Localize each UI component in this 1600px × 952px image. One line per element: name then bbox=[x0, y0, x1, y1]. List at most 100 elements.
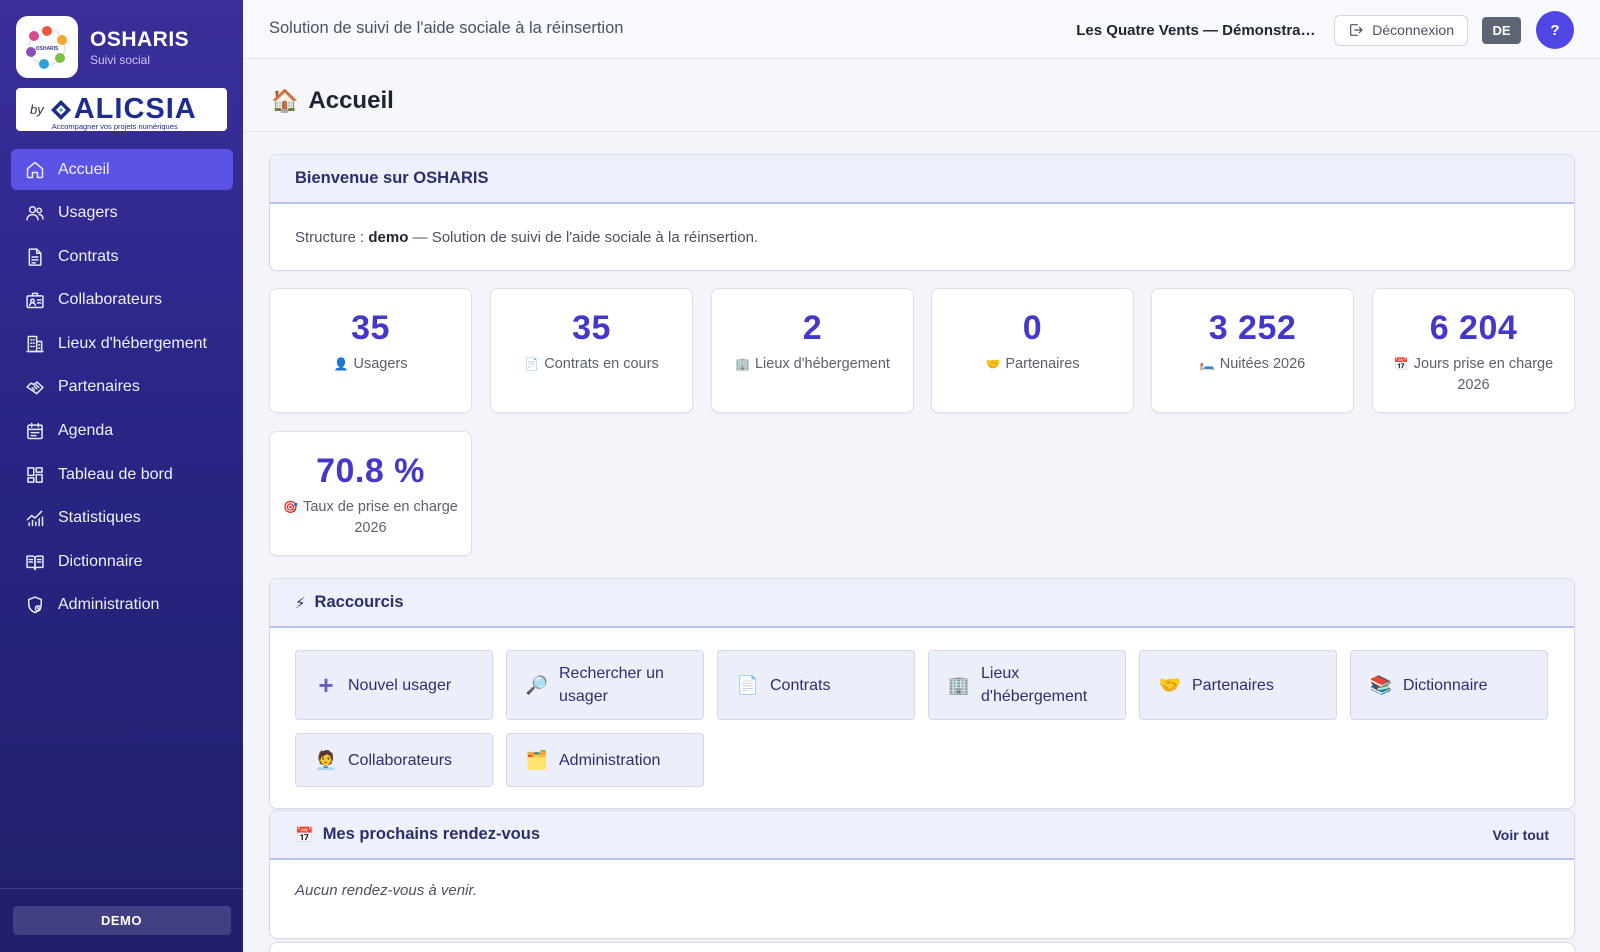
dashboard-icon bbox=[25, 465, 45, 485]
brand[interactable]: OSHARIS OSHARIS Suivi social bbox=[16, 16, 189, 78]
stat-label-text: Taux de prise en charge 2026 bbox=[303, 499, 458, 536]
topbar: Solution de suivi de l'aide sociale à la… bbox=[243, 0, 1600, 59]
person-icon: 👤 bbox=[333, 357, 349, 371]
logout-icon bbox=[1350, 24, 1363, 36]
shortcut-contrats[interactable]: 📄 Contrats bbox=[717, 650, 915, 720]
sidebar-item-partenaires[interactable]: Partenaires bbox=[11, 367, 233, 408]
welcome-text: Structure : demo — Solution de suivi de … bbox=[270, 204, 1574, 270]
id-card-icon bbox=[25, 290, 45, 310]
stat-card-jours[interactable]: 6 204 📅 Jours prise en charge 2026 bbox=[1372, 288, 1575, 413]
stat-card-taux[interactable]: 70.8 % 🎯 Taux de prise en charge 2026 bbox=[269, 431, 472, 556]
sidebar-item-collaborateurs[interactable]: Collaborateurs bbox=[11, 280, 233, 321]
stat-card-partenaires[interactable]: 0 🤝 Partenaires bbox=[931, 288, 1134, 413]
shortcut-administration[interactable]: 🗂️ Administration bbox=[506, 733, 704, 787]
home-icon bbox=[25, 160, 45, 180]
stat-card-lieux[interactable]: 2 🏢 Lieux d'hébergement bbox=[711, 288, 914, 413]
appointments-empty-text: Aucun rendez-vous à venir. bbox=[295, 882, 478, 899]
sidebar-item-label: Dictionnaire bbox=[58, 552, 143, 570]
stat-label: 🤝 Partenaires bbox=[932, 354, 1133, 375]
stat-label-text: Lieux d'hébergement bbox=[754, 356, 890, 372]
help-button[interactable]: ? bbox=[1536, 11, 1574, 49]
sidebar-item-administration[interactable]: Administration bbox=[11, 585, 233, 626]
see-all-link[interactable]: Voir tout bbox=[1492, 827, 1549, 843]
sidebar-item-usagers[interactable]: Usagers bbox=[11, 193, 233, 234]
house-icon: 🏠 bbox=[271, 88, 299, 113]
stat-value: 6 204 bbox=[1429, 309, 1518, 347]
stat-card-contrats[interactable]: 35 📄 Contrats en cours bbox=[490, 288, 693, 413]
appointments-card: 📅 Mes prochains rendez-vous Voir tout Au… bbox=[269, 810, 1575, 939]
stat-label: 🏢 Lieux d'hébergement bbox=[712, 354, 913, 375]
handshake-icon bbox=[25, 377, 45, 397]
document-icon bbox=[25, 247, 45, 267]
collaborators-icon: 🧑‍💼 bbox=[314, 749, 338, 770]
sidebar-item-statistiques[interactable]: Statistiques bbox=[11, 498, 233, 539]
stat-label-text: Jours prise en charge 2026 bbox=[1413, 356, 1554, 393]
shortcut-collaborateurs[interactable]: 🧑‍💼 Collaborateurs bbox=[295, 733, 493, 787]
alicsia-tagline: Accompagner vos projets numériques bbox=[51, 122, 178, 131]
shortcut-lieux-hebergement[interactable]: 🏢 Lieux d'hébergement bbox=[928, 650, 1126, 720]
page-title-text: Accueil bbox=[308, 87, 394, 114]
welcome-card-title: Bienvenue sur OSHARIS bbox=[270, 155, 1574, 204]
shortcuts-title: ⚡ Raccourcis bbox=[270, 579, 1574, 628]
calendar-icon: 📅 bbox=[295, 826, 314, 844]
stat-label: 📄 Contrats en cours bbox=[491, 354, 692, 375]
structure-prefix: Structure : bbox=[295, 229, 369, 246]
shortcut-partenaires[interactable]: 🤝 Partenaires bbox=[1139, 650, 1337, 720]
logout-button[interactable]: Déconnexion bbox=[1334, 14, 1468, 46]
lightning-icon: ⚡ bbox=[295, 594, 306, 612]
stat-value: 35 bbox=[572, 309, 611, 347]
target-icon: 🎯 bbox=[283, 500, 299, 514]
by-label: by bbox=[30, 102, 44, 117]
building-icon: 🏢 bbox=[947, 674, 971, 695]
stat-label: 🎯 Taux de prise en charge 2026 bbox=[270, 497, 471, 539]
shortcut-rechercher-usager[interactable]: 🔎 Rechercher un usager bbox=[506, 650, 704, 720]
logout-label: Déconnexion bbox=[1372, 22, 1454, 38]
books-icon: 📚 bbox=[1369, 674, 1393, 695]
sidebar-item-label: Agenda bbox=[58, 422, 114, 440]
stat-value: 0 bbox=[1022, 309, 1043, 347]
stat-label-text: Contrats en cours bbox=[544, 356, 659, 372]
stat-value: 2 bbox=[802, 309, 823, 347]
appointments-title: 📅 Mes prochains rendez-vous bbox=[270, 811, 1574, 860]
document-icon: 📄 bbox=[736, 674, 760, 695]
sidebar-item-lieux[interactable]: Lieux d'hébergement bbox=[11, 323, 233, 364]
magnifier-icon: 🔎 bbox=[525, 674, 549, 695]
sidebar-item-tableau-de-bord[interactable]: Tableau de bord bbox=[11, 454, 233, 495]
partner-logo: by ALICSIA Accompagner vos projets numér… bbox=[16, 88, 227, 131]
handshake-icon: 🤝 bbox=[1158, 674, 1182, 695]
language-switch-button[interactable]: DE bbox=[1482, 16, 1521, 44]
plus-icon: + bbox=[318, 669, 334, 700]
shortcut-label: Rechercher un usager bbox=[559, 665, 664, 705]
admin-shield-icon bbox=[25, 595, 45, 615]
building-icon: 🏢 bbox=[735, 357, 750, 371]
stat-label: 🛏️ Nuitées 2026 bbox=[1152, 354, 1353, 375]
sidebar-item-label: Usagers bbox=[58, 204, 118, 222]
stat-card-usagers[interactable]: 35 👤 Usagers bbox=[269, 288, 472, 413]
app-tagline: Solution de suivi de l'aide sociale à la… bbox=[269, 19, 624, 37]
page-title: 🏠 Accueil bbox=[271, 87, 394, 115]
stat-card-nuitees[interactable]: 3 252 🛏️ Nuitées 2026 bbox=[1151, 288, 1354, 413]
sidebar-footer: DEMO bbox=[0, 888, 243, 952]
shortcut-dictionnaire[interactable]: 📚 Dictionnaire bbox=[1350, 650, 1548, 720]
document-icon: 📄 bbox=[524, 357, 540, 371]
stat-label-text: Usagers bbox=[353, 356, 408, 372]
sidebar-item-dictionnaire[interactable]: Dictionnaire bbox=[11, 541, 233, 582]
sidebar-item-agenda[interactable]: Agenda bbox=[11, 411, 233, 452]
sidebar-item-label: Lieux d'hébergement bbox=[58, 334, 207, 352]
calendar-icon bbox=[25, 421, 45, 441]
brand-name: OSHARIS bbox=[90, 27, 190, 51]
sidebar-item-label: Contrats bbox=[58, 247, 119, 265]
shortcuts-title-text: Raccourcis bbox=[314, 593, 404, 611]
stat-label-text: Partenaires bbox=[1005, 356, 1080, 372]
sidebar-item-contrats[interactable]: Contrats bbox=[11, 236, 233, 277]
page-header: 🏠 Accueil bbox=[243, 59, 1600, 132]
shortcut-label: Lieux d'hébergement bbox=[981, 665, 1088, 705]
osharis-logo: OSHARIS bbox=[16, 16, 78, 78]
stat-label: 👤 Usagers bbox=[270, 354, 471, 375]
sidebar-item-accueil[interactable]: Accueil bbox=[11, 149, 233, 190]
welcome-card: Bienvenue sur OSHARIS Structure : demo —… bbox=[269, 154, 1575, 271]
shortcut-nouvel-usager[interactable]: + Nouvel usager bbox=[295, 650, 493, 720]
sidebar-item-label: Statistiques bbox=[58, 509, 141, 527]
demo-badge: DEMO bbox=[12, 906, 231, 935]
folder-icon: 🗂️ bbox=[525, 749, 549, 770]
